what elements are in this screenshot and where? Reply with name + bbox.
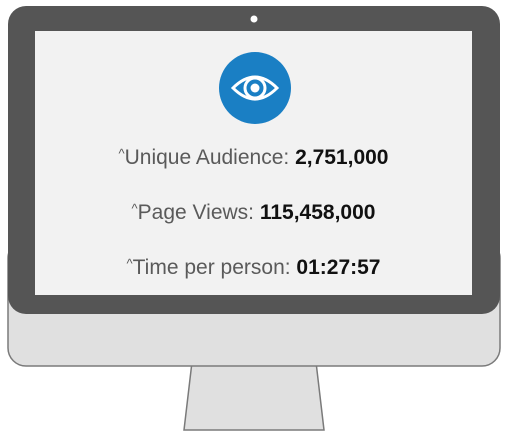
stat-time-per-person: ^Time per person: 01:27:57 [35, 256, 472, 280]
monitor-stand [183, 361, 325, 431]
stat-unique-audience: ^Unique Audience: 2,751,000 [35, 146, 472, 170]
stat-value: 115,458,000 [259, 201, 376, 224]
stat-label: Page Views: [137, 201, 260, 224]
stat-value: 01:27:57 [296, 256, 381, 279]
monitor-graphic: ^Unique Audience: 2,751,000 ^Page Views:… [0, 0, 508, 432]
stat-label: Unique Audience: [124, 146, 296, 169]
stat-label: Time per person: [132, 256, 297, 279]
stat-value: 2,751,000 [295, 146, 389, 169]
stat-page-views: ^Page Views: 115,458,000 [35, 201, 472, 225]
camera-dot [250, 15, 258, 23]
eye-icon [219, 52, 291, 124]
